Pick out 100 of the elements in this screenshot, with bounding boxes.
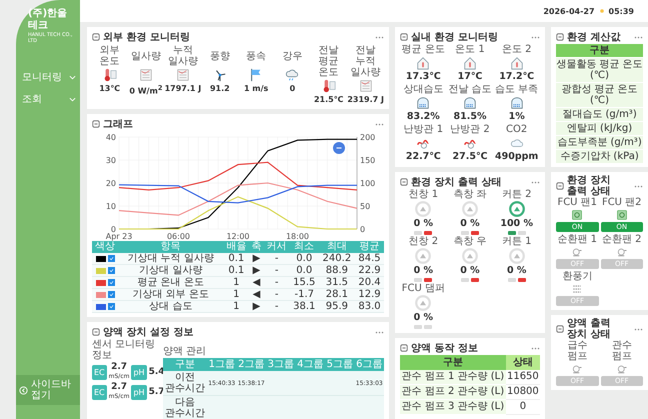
sensor-label: 누적 일사량	[166, 45, 199, 67]
card-title: 그래프	[103, 118, 134, 130]
house-icon	[416, 56, 430, 70]
column-header: 항목	[118, 241, 224, 253]
visibility-checkbox[interactable]	[108, 255, 115, 262]
house-icon	[462, 56, 477, 70]
table-cell: 1	[223, 288, 250, 300]
axis-tick-label: 06:00	[166, 232, 190, 241]
sun-icon	[598, 8, 605, 14]
widget-icon	[400, 33, 408, 41]
card-title: 양액 장치 설정 정보	[103, 326, 194, 338]
column-header: 상태	[506, 355, 540, 370]
axis-tick-label: Apr 23	[106, 232, 132, 241]
sensor-value: 81.5%	[454, 111, 486, 123]
gauge-reading: 100 %	[500, 218, 533, 230]
table-cell: -	[264, 253, 290, 264]
sensor-label: 일사량	[130, 50, 161, 64]
gauge	[414, 200, 432, 218]
fan-unit-icon	[571, 209, 584, 221]
pump-icon	[616, 363, 628, 375]
device-label: 커튼 1	[502, 236, 532, 247]
gauge	[460, 200, 479, 218]
more-icon[interactable]	[531, 180, 540, 184]
row-label: 절대습도 (g/m³)	[556, 108, 643, 121]
row-label: 엔탈피 (kJ/kg)	[556, 122, 643, 135]
sensor-value: 22.7℃	[406, 151, 441, 163]
more-icon[interactable]	[634, 184, 643, 188]
column-header: 구분	[556, 44, 643, 57]
device-label: 순환팬 2	[602, 234, 642, 245]
sensor-value: 13℃	[99, 83, 120, 94]
pump-icon	[571, 363, 584, 375]
section-subtitle: 센서 모니터링 정보	[92, 339, 156, 361]
axis-tick-label: 40	[106, 133, 116, 142]
chevron-down-icon[interactable]	[69, 74, 76, 80]
device-label: 관수 펌프	[610, 340, 633, 362]
more-icon[interactable]	[375, 122, 384, 126]
right-axis-label: 0	[360, 225, 366, 234]
ph-sensor-tile: pH	[131, 364, 147, 380]
visibility-checkbox[interactable]	[108, 291, 115, 298]
more-icon[interactable]	[375, 36, 384, 38]
sensor-label: 강우	[282, 50, 302, 64]
gauge	[414, 247, 432, 265]
cloud-rain-icon	[285, 68, 300, 82]
more-icon[interactable]	[531, 36, 540, 38]
widget-icon	[556, 182, 564, 190]
chevron-left-icon	[19, 386, 28, 394]
visibility-checkbox[interactable]	[108, 303, 115, 310]
sidebar-menu-item[interactable]: 모니터링	[22, 70, 62, 84]
card-title: 양액 동작 정보	[411, 342, 479, 354]
sensor-value: 27.5℃	[452, 151, 488, 163]
greenhouse-icon	[462, 96, 477, 110]
more-icon[interactable]	[634, 36, 643, 38]
sensor-label: 평균 온도	[402, 44, 445, 55]
row-label: 이전 관수시간	[163, 371, 207, 396]
sensor-label: 습도 부족	[495, 84, 538, 95]
table-cell: 20.4	[355, 276, 384, 288]
gauge	[508, 247, 526, 265]
sensor-value: 0 W/m$^{2}$	[129, 83, 162, 97]
chart-sheet-icon	[176, 68, 190, 82]
sensor-label: 풍속	[246, 50, 266, 64]
row-label: 생물활동 평균 온도 (℃)	[556, 58, 643, 82]
table-cell: 평균 온내 온도	[118, 276, 224, 288]
more-icon[interactable]	[634, 328, 643, 330]
ec-sensor-tile: EC	[92, 384, 107, 400]
table-cell: 0.1	[223, 253, 250, 264]
column-header: 배율	[223, 241, 250, 253]
card-title: 외부 환경 모니터링	[103, 32, 191, 42]
card-title: 실내 환경 모니터링	[411, 32, 499, 42]
widget-icon	[92, 33, 100, 41]
column-header: 3그룹	[266, 358, 296, 371]
collapse-sidebar-button[interactable]: 사이드바 접기	[16, 375, 80, 405]
card-title: 환경 장치 출력 상태	[567, 175, 612, 197]
table-cell: 12.9	[355, 288, 384, 300]
chevron-down-icon[interactable]	[69, 96, 76, 102]
device-label: 측창 좌	[453, 189, 487, 200]
sensor-value: 91.2	[210, 83, 230, 94]
sensor-value: 490ppm	[494, 151, 538, 163]
sidebar-menu-item[interactable]: 조회	[22, 92, 42, 106]
ph-sensor-tile: pH	[131, 384, 147, 400]
chart-sheet-icon	[138, 68, 153, 82]
row-label: 습도부족분 (g/m³)	[556, 136, 643, 149]
more-icon[interactable]	[375, 330, 384, 334]
column-header: 축	[249, 241, 264, 253]
thermometer-icon	[102, 68, 117, 82]
visibility-checkbox[interactable]	[108, 267, 115, 274]
axis-tick-label: 30	[106, 156, 116, 165]
device-label: FCU 팬2	[602, 197, 642, 208]
sensor-label: 전날 누적 일사량	[350, 45, 382, 78]
widget-icon	[400, 344, 408, 352]
widget-icon	[400, 178, 408, 186]
thermometer-icon	[322, 79, 336, 93]
sensor-value: 5.4	[148, 368, 165, 376]
ec-sensor-tile: EC	[92, 364, 107, 380]
axis-tick-label: 18:00	[286, 232, 310, 241]
column-header: 6그룹	[354, 358, 384, 371]
table-cell: 0	[506, 400, 540, 414]
visibility-checkbox[interactable]	[108, 279, 115, 286]
table-cell: ◀	[249, 276, 264, 288]
zoom-out-button[interactable]	[333, 142, 345, 154]
more-icon[interactable]	[531, 346, 540, 350]
